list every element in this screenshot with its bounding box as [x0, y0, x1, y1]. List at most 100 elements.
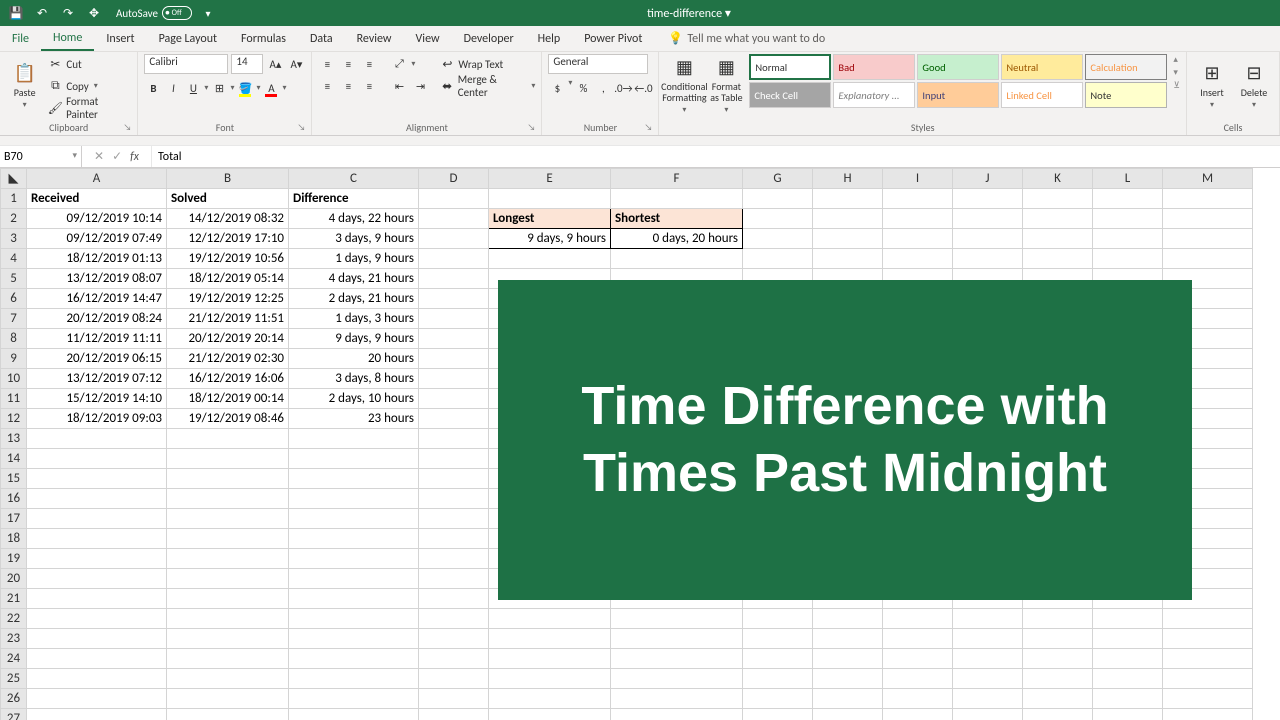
cell[interactable]: 21/12/2019 02:30 [167, 349, 289, 369]
cell[interactable] [419, 409, 489, 429]
cell[interactable]: 4 days, 21 hours [289, 269, 419, 289]
tab-power-pivot[interactable]: Power Pivot [572, 26, 654, 51]
cell[interactable] [27, 489, 167, 509]
cell[interactable] [1023, 669, 1093, 689]
style-neutral[interactable]: Neutral [1001, 54, 1083, 80]
touch-mode-icon[interactable]: ✥ [84, 3, 104, 23]
insert-cells-button[interactable]: ⊞Insert▾ [1193, 54, 1231, 116]
qat-customize-icon[interactable]: ▾ [198, 3, 218, 23]
row-header[interactable]: 14 [1, 449, 27, 469]
cell[interactable]: 18/12/2019 00:14 [167, 389, 289, 409]
cell[interactable] [1093, 609, 1163, 629]
cell[interactable] [167, 649, 289, 669]
cell[interactable]: 09/12/2019 07:49 [27, 229, 167, 249]
style-note[interactable]: Note [1085, 82, 1167, 108]
tell-me-search[interactable]: 💡 Tell me what you want to do [668, 26, 825, 51]
cell[interactable]: Solved [167, 189, 289, 209]
cancel-formula-icon[interactable]: ✕ [94, 149, 104, 164]
copy-button[interactable]: ⧉Copy▾ [47, 76, 131, 96]
align-center-icon[interactable]: ≡ [339, 76, 357, 96]
cell[interactable] [953, 249, 1023, 269]
cell[interactable]: 14/12/2019 08:32 [167, 209, 289, 229]
cell[interactable] [813, 629, 883, 649]
cell[interactable]: 13/12/2019 08:07 [27, 269, 167, 289]
cell[interactable] [167, 489, 289, 509]
cell[interactable] [27, 709, 167, 720]
cell-styles-gallery[interactable]: Normal Bad Good Neutral Calculation Chec… [749, 54, 1167, 108]
cell[interactable] [419, 589, 489, 609]
tab-review[interactable]: Review [345, 26, 404, 51]
cell[interactable] [953, 649, 1023, 669]
increase-font-icon[interactable]: A▴ [266, 54, 284, 74]
cell[interactable] [289, 669, 419, 689]
cell[interactable] [743, 709, 813, 720]
cell[interactable]: 12/12/2019 17:10 [167, 229, 289, 249]
cell[interactable] [167, 709, 289, 720]
cell[interactable]: 20 hours [289, 349, 419, 369]
cell[interactable] [611, 709, 743, 720]
cell[interactable] [289, 689, 419, 709]
cell[interactable] [167, 529, 289, 549]
cell[interactable] [813, 189, 883, 209]
cell[interactable]: 18/12/2019 09:03 [27, 409, 167, 429]
col-header[interactable]: M [1163, 169, 1253, 189]
cell[interactable]: 2 days, 21 hours [289, 289, 419, 309]
row-header[interactable]: 12 [1, 409, 27, 429]
col-header[interactable]: F [611, 169, 743, 189]
row-header[interactable]: 8 [1, 329, 27, 349]
tab-insert[interactable]: Insert [94, 26, 146, 51]
cell[interactable] [611, 669, 743, 689]
cell[interactable] [167, 689, 289, 709]
underline-button[interactable]: U [184, 78, 202, 98]
cell[interactable] [813, 209, 883, 229]
border-button[interactable]: ⊞ [210, 78, 228, 98]
cell[interactable] [1093, 249, 1163, 269]
cell[interactable]: 0 days, 20 hours [611, 229, 743, 249]
cell[interactable] [27, 429, 167, 449]
cell[interactable] [489, 649, 611, 669]
row-header[interactable]: 20 [1, 569, 27, 589]
fill-color-button[interactable]: 🪣 [236, 78, 254, 98]
styles-scroll-up-icon[interactable]: ▴ [1173, 54, 1180, 65]
undo-icon[interactable]: ↶ [32, 3, 52, 23]
cell[interactable] [1093, 229, 1163, 249]
row-header[interactable]: 23 [1, 629, 27, 649]
cell[interactable] [419, 529, 489, 549]
cell[interactable] [743, 669, 813, 689]
cell[interactable] [883, 629, 953, 649]
dialog-launcher-icon[interactable]: ↘ [123, 121, 131, 135]
cell[interactable] [953, 669, 1023, 689]
col-header[interactable]: K [1023, 169, 1093, 189]
cell[interactable]: 18/12/2019 01:13 [27, 249, 167, 269]
cell[interactable] [167, 549, 289, 569]
cell[interactable] [289, 569, 419, 589]
name-box[interactable]: B70 [0, 146, 82, 167]
cell[interactable]: 23 hours [289, 409, 419, 429]
align-left-icon[interactable]: ≡ [318, 76, 336, 96]
format-as-table-button[interactable]: ▦ Format as Table▾ [707, 54, 745, 116]
decrease-decimal-icon[interactable]: ←.0 [634, 78, 652, 98]
cell[interactable] [611, 649, 743, 669]
col-header[interactable]: A [27, 169, 167, 189]
row-header[interactable]: 5 [1, 269, 27, 289]
cell[interactable] [27, 609, 167, 629]
cell[interactable] [419, 569, 489, 589]
cell[interactable] [953, 189, 1023, 209]
cell[interactable] [289, 649, 419, 669]
increase-indent-icon[interactable]: ⇥ [411, 76, 429, 96]
cell[interactable]: Shortest [611, 209, 743, 229]
cell[interactable] [813, 689, 883, 709]
enter-formula-icon[interactable]: ✓ [112, 149, 122, 164]
cell[interactable] [611, 249, 743, 269]
cell[interactable] [1023, 609, 1093, 629]
cell[interactable] [289, 529, 419, 549]
cell[interactable]: 19/12/2019 12:25 [167, 289, 289, 309]
cell[interactable] [883, 709, 953, 720]
cell[interactable]: 15/12/2019 14:10 [27, 389, 167, 409]
cell[interactable] [289, 509, 419, 529]
merge-center-button[interactable]: ⬌Merge & Center▾ [439, 76, 535, 96]
col-header[interactable]: C [289, 169, 419, 189]
cell[interactable] [743, 229, 813, 249]
percent-format-icon[interactable]: % [574, 78, 592, 98]
style-good[interactable]: Good [917, 54, 999, 80]
